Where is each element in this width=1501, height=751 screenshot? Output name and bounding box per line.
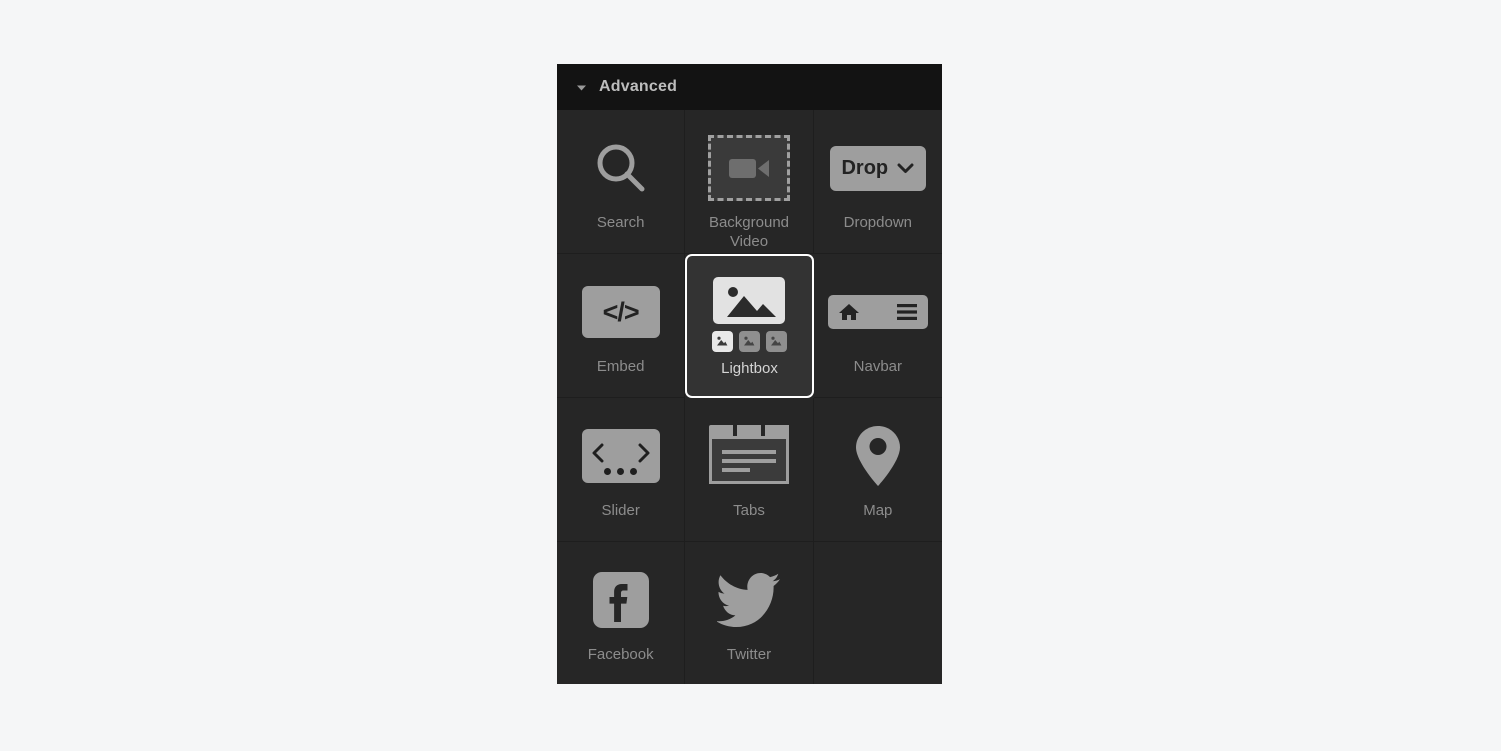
lightbox-main-image bbox=[713, 276, 786, 324]
tabs-strip bbox=[708, 425, 789, 436]
lightbox-thumbnail[interactable] bbox=[738, 330, 760, 352]
slider-dot bbox=[617, 468, 625, 475]
code-glyph-text: </> bbox=[602, 296, 640, 327]
triangle-down-icon[interactable] bbox=[574, 80, 588, 94]
slider-dot bbox=[630, 468, 638, 475]
content-line bbox=[721, 459, 776, 463]
element-tile-dropdown[interactable]: Drop Dropdown bbox=[813, 110, 942, 254]
element-tile-label: Dropdown bbox=[843, 214, 912, 231]
element-tile-tabs[interactable]: Tabs bbox=[685, 398, 814, 542]
chevron-right-icon bbox=[638, 443, 650, 463]
navbar-icon bbox=[827, 274, 928, 350]
chevron-left-icon bbox=[592, 443, 604, 463]
element-tile-lightbox[interactable]: Lightbox bbox=[685, 254, 814, 398]
tab-chip bbox=[708, 425, 733, 436]
panel-title: Advanced bbox=[599, 78, 678, 95]
element-tile-map[interactable]: Map bbox=[813, 398, 942, 542]
element-tile-navbar[interactable]: Navbar bbox=[813, 254, 942, 398]
tabs-glyph bbox=[708, 425, 789, 487]
element-tile-label: Tabs bbox=[733, 502, 765, 519]
advanced-elements-panel: Advanced Search Background Video Drop Dr… bbox=[557, 64, 942, 684]
dropdown-button-text: Drop bbox=[841, 156, 889, 179]
dashed-frame bbox=[707, 135, 790, 201]
dropdown-button-glyph: Drop bbox=[829, 145, 926, 191]
element-tile-label: Slider bbox=[601, 502, 640, 519]
element-tile-empty bbox=[813, 542, 942, 684]
element-tile-label: Search bbox=[596, 214, 645, 231]
elements-grid: Search Background Video Drop Dropdown </… bbox=[557, 110, 942, 684]
element-tile-label: Twitter bbox=[726, 646, 772, 663]
tabs-content-box bbox=[708, 436, 789, 484]
lightbox-thumbnail[interactable] bbox=[711, 330, 733, 352]
code-chip: </> bbox=[581, 286, 660, 338]
lightbox-thumbnail[interactable] bbox=[765, 330, 787, 352]
slider-dots bbox=[582, 468, 660, 475]
embed-code-icon: </> bbox=[581, 274, 660, 350]
content-line bbox=[721, 468, 751, 472]
slider-dot bbox=[604, 468, 612, 475]
twitter-icon bbox=[716, 562, 781, 638]
tab-chip bbox=[736, 425, 761, 436]
element-tile-label: Embed bbox=[596, 358, 645, 375]
element-tile-label: Facebook bbox=[587, 646, 654, 663]
element-tile-embed[interactable]: </> Embed bbox=[557, 254, 686, 398]
background-video-icon bbox=[707, 130, 790, 206]
tab-chip bbox=[764, 425, 789, 436]
element-tile-label: Navbar bbox=[853, 358, 902, 375]
slider-glyph bbox=[581, 429, 660, 483]
lightbox-icon bbox=[711, 276, 787, 352]
slider-icon bbox=[581, 418, 660, 494]
home-icon bbox=[838, 304, 859, 320]
chevron-down-icon bbox=[897, 163, 914, 173]
dropdown-icon: Drop bbox=[829, 130, 926, 206]
panel-header[interactable]: Advanced bbox=[557, 64, 942, 110]
content-line bbox=[721, 450, 776, 454]
element-tile-label: Lightbox bbox=[721, 360, 778, 377]
element-tile-label: Background Video bbox=[708, 214, 790, 250]
lightbox-thumbnail-strip bbox=[711, 330, 787, 352]
element-tile-twitter[interactable]: Twitter bbox=[685, 542, 814, 684]
map-pin-icon bbox=[854, 418, 902, 494]
element-tile-background-video[interactable]: Background Video bbox=[685, 110, 814, 254]
tabs-icon bbox=[708, 418, 789, 494]
search-icon bbox=[590, 130, 652, 206]
element-tile-slider[interactable]: Slider bbox=[557, 398, 686, 542]
screen: Advanced Search Background Video Drop Dr… bbox=[0, 0, 1501, 751]
element-tile-search[interactable]: Search bbox=[557, 110, 686, 254]
hamburger-menu-icon bbox=[896, 304, 917, 320]
facebook-icon bbox=[592, 562, 650, 638]
element-tile-facebook[interactable]: Facebook bbox=[557, 542, 686, 684]
element-tile-label: Map bbox=[863, 502, 893, 519]
navbar-bar-glyph bbox=[827, 295, 928, 329]
